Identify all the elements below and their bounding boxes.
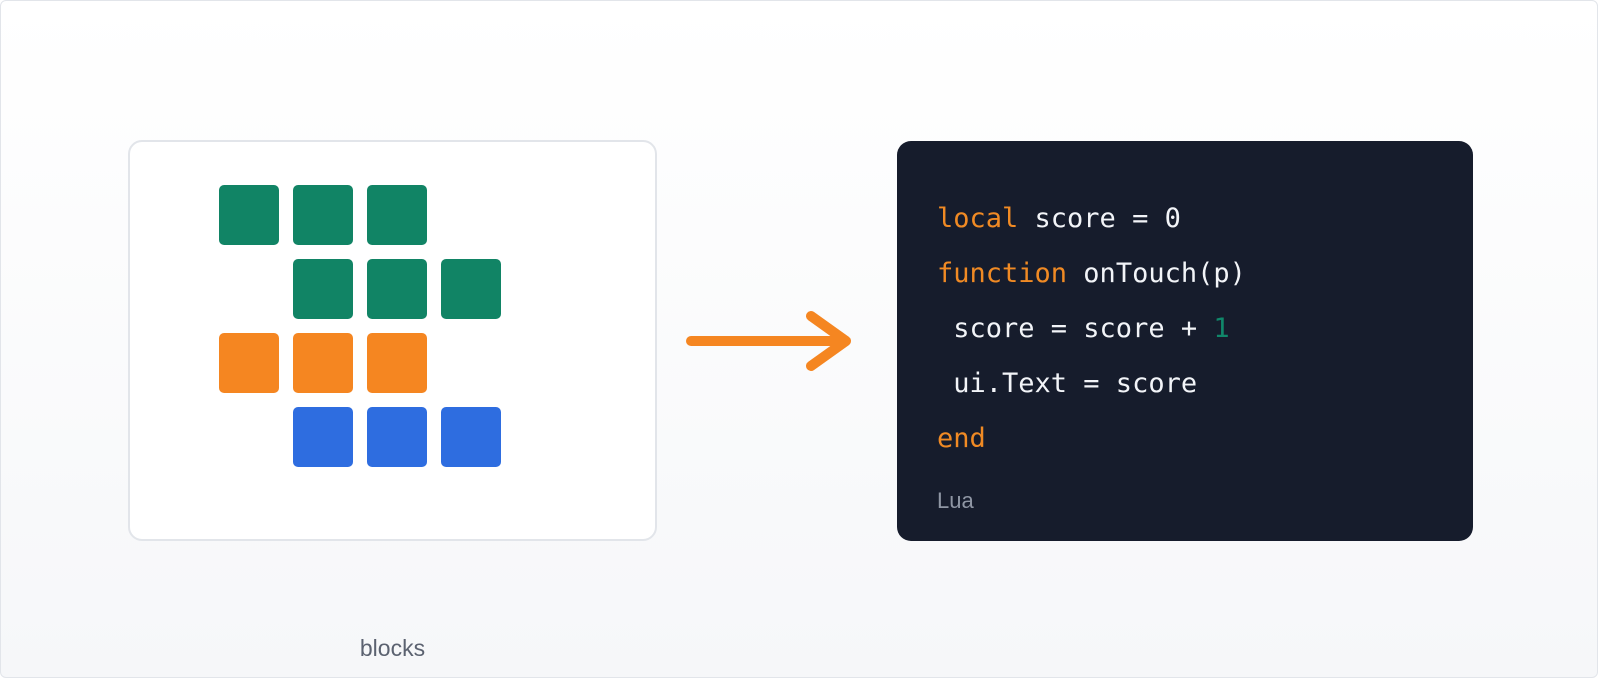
code-line-5: end (937, 423, 986, 454)
code-line-4: ui.Text = score (937, 368, 1197, 399)
block-tile (293, 333, 353, 393)
right-arrow-icon (686, 311, 851, 371)
block-tile (367, 185, 427, 245)
blocks-caption: blocks (359, 635, 426, 661)
code-keyword: local (937, 203, 1019, 234)
code-text: onTouch(p) (1067, 258, 1246, 289)
block-tile (293, 407, 353, 467)
block-tile (219, 333, 279, 393)
block-tile (293, 259, 353, 319)
code-text: score = score + (937, 313, 1214, 344)
block-tile (367, 259, 427, 319)
block-tile (219, 185, 279, 245)
block-tile (367, 333, 427, 393)
code-keyword: function (937, 258, 1068, 289)
code-text: ui.Text = score (937, 368, 1198, 399)
code-line-3: score = score + 1 (937, 313, 1230, 344)
code-line-1: local score = 0 (937, 203, 1181, 234)
block-tile (441, 407, 501, 467)
language-label: Lua (937, 488, 974, 513)
code-number: 1 (1213, 313, 1230, 344)
code-line-2: function onTouch(p) (937, 258, 1246, 289)
code-text: score = 0 (1018, 203, 1181, 234)
code-keyword: end (937, 423, 986, 454)
block-tile (293, 185, 353, 245)
code-panel: local score = 0 function onTouch(p) scor… (897, 141, 1473, 541)
block-tile (367, 407, 427, 467)
diagram-frame: blocks local score = 0 function onTouch(… (0, 0, 1598, 678)
blocks-panel: blocks (128, 140, 657, 661)
block-tile (441, 259, 501, 319)
